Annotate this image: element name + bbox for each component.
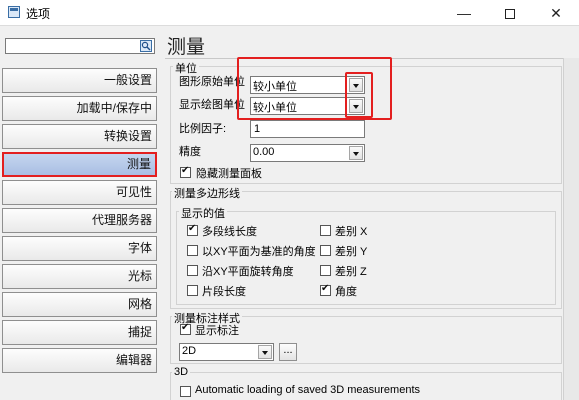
nav-snap[interactable]: 捕捉 bbox=[2, 320, 157, 345]
show-annotation-label: 显示标注 bbox=[195, 325, 239, 337]
scale-factor-value: 1 bbox=[254, 123, 261, 135]
xy-rotation-label: 沿XY平面旋转角度 bbox=[202, 266, 294, 278]
display-unit-label: 显示绘图单位 bbox=[179, 99, 245, 111]
nav-loading-saving[interactable]: 加载中/保存中 bbox=[2, 96, 157, 121]
segment-length-label: 片段长度 bbox=[202, 286, 246, 298]
angle-checkbox[interactable] bbox=[320, 283, 331, 296]
diff-y-label: 差别 Y bbox=[335, 246, 368, 258]
nav-font[interactable]: 字体 bbox=[2, 236, 157, 261]
close-button[interactable]: ✕ bbox=[533, 0, 579, 26]
page-title: 测量 bbox=[167, 37, 206, 58]
nav-editor[interactable]: 编辑器 bbox=[2, 348, 157, 373]
search-input[interactable] bbox=[6, 39, 136, 53]
vertical-scrollbar[interactable] bbox=[563, 58, 579, 400]
hide-panel-checkbox[interactable] bbox=[180, 165, 191, 178]
nav-conversion[interactable]: 转换设置 bbox=[2, 124, 157, 149]
diff-y-checkbox[interactable] bbox=[320, 245, 331, 256]
search-icon[interactable] bbox=[140, 40, 152, 52]
minimize-button[interactable]: — bbox=[441, 0, 487, 26]
app-icon bbox=[8, 6, 20, 18]
polyline-length-label: 多段线长度 bbox=[202, 226, 257, 238]
diff-z-checkbox[interactable] bbox=[320, 265, 331, 276]
search-box bbox=[5, 38, 155, 54]
segment-length-checkbox[interactable] bbox=[187, 285, 198, 296]
hide-panel-label: 隐藏测量面板 bbox=[196, 168, 262, 180]
three-d-group-label: 3D bbox=[172, 366, 191, 378]
chevron-down-icon[interactable] bbox=[258, 345, 272, 359]
options-nav: 一般设置 加载中/保存中 转换设置 测量 可见性 代理服务器 字体 光标 网格 … bbox=[2, 68, 157, 376]
show-annotation-checkbox[interactable] bbox=[180, 322, 191, 335]
display-values-label: 显示的值 bbox=[179, 205, 227, 221]
title-bar: 选项 — ✕ bbox=[0, 0, 579, 26]
auto-load-3d-label: Automatic loading of saved 3D measuremen… bbox=[195, 384, 421, 396]
angle-label: 角度 bbox=[335, 286, 357, 298]
nav-cursor[interactable]: 光标 bbox=[2, 264, 157, 289]
auto-load-3d-checkbox[interactable] bbox=[180, 386, 191, 397]
diff-x-label: 差别 X bbox=[335, 226, 368, 238]
precision-value: 0.00 bbox=[253, 146, 275, 158]
window-title: 选项 bbox=[26, 7, 51, 21]
scale-factor-label: 比例因子: bbox=[179, 123, 227, 135]
diff-x-checkbox[interactable] bbox=[320, 225, 331, 236]
polyline-length-checkbox[interactable] bbox=[187, 223, 198, 236]
nav-proxy[interactable]: 代理服务器 bbox=[2, 208, 157, 233]
nav-visibility[interactable]: 可见性 bbox=[2, 180, 157, 205]
diff-z-label: 差别 Z bbox=[335, 266, 367, 278]
precision-select[interactable]: 0.00 bbox=[250, 144, 365, 162]
polyline-group-label: 测量多边形线 bbox=[172, 185, 242, 201]
annotation-more-button[interactable]: ... bbox=[279, 343, 297, 361]
scale-factor-input[interactable]: 1 bbox=[250, 120, 365, 138]
nav-measure[interactable]: 测量 bbox=[2, 152, 157, 177]
nav-grid[interactable]: 网格 bbox=[2, 292, 157, 317]
maximize-button[interactable] bbox=[487, 0, 533, 26]
precision-label: 精度 bbox=[179, 146, 201, 158]
chevron-down-icon[interactable] bbox=[349, 146, 363, 160]
xy-angle-label: 以XY平面为基准的角度 bbox=[202, 246, 316, 258]
highlight-box-arrows bbox=[345, 72, 373, 118]
maximize-icon bbox=[505, 9, 515, 20]
shape-unit-label: 图形原始单位 bbox=[179, 76, 245, 88]
nav-general[interactable]: 一般设置 bbox=[2, 68, 157, 93]
xy-angle-checkbox[interactable] bbox=[187, 245, 198, 256]
annotation-style-select[interactable]: 2D bbox=[179, 343, 274, 361]
xy-rotation-checkbox[interactable] bbox=[187, 265, 198, 276]
annotation-style-value: 2D bbox=[182, 345, 197, 357]
